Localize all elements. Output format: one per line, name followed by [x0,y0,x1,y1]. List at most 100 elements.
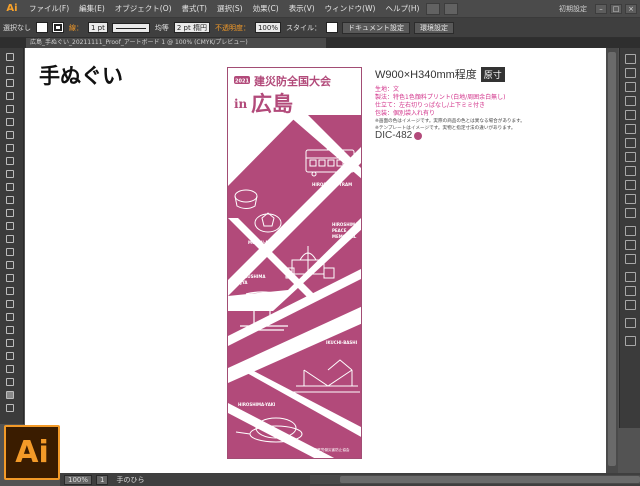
towel-footer: 建設業労働災害防止協会 [310,447,350,452]
menu-effect[interactable]: 効果(C) [248,0,284,18]
spec-packaging: 包装：個別袋入れ有り [375,110,436,117]
size-badge: 原寸 [480,66,505,82]
preferences-button[interactable]: 環境設定 [413,21,454,34]
menu-edit[interactable]: 編集(E) [74,0,110,18]
variable-width-profile[interactable] [111,22,150,33]
horizontal-scroll-thumb[interactable] [340,476,640,483]
eraser-tool-icon[interactable] [4,195,16,205]
magic-wand-tool-icon[interactable] [4,78,16,88]
menu-bar: Ai ファイル(F) 編集(E) オブジェクト(O) 書式(T) 選択(S) 効… [0,0,640,18]
opacity-field[interactable]: 100% [254,22,281,33]
close-button[interactable]: × [625,3,637,14]
product-title: 手ぬぐい [39,63,123,88]
paragraph-panel-icon[interactable] [625,286,636,296]
fill-swatch[interactable] [36,22,48,33]
vertical-scroll-thumb[interactable] [608,52,616,466]
color-panel-icon[interactable] [625,54,636,64]
workspace-switcher[interactable]: 初期設定 [559,4,587,14]
style-swatch[interactable] [325,22,338,33]
brush-field[interactable]: 2 pt 楕円 [173,22,210,33]
stroke-width-field[interactable]: 1 pt [88,22,108,33]
scale-tool-icon[interactable] [4,221,16,231]
pen-tool-icon[interactable] [4,104,16,114]
blob-brush-tool-icon[interactable] [4,182,16,192]
stroke-swatch[interactable] [52,22,64,33]
rectangle-tool-icon[interactable] [4,143,16,153]
graphic-styles-panel-icon[interactable] [625,180,636,190]
menu-window[interactable]: ウィンドウ(W) [320,0,381,18]
free-transform-tool-icon[interactable] [4,247,16,257]
gradient-tool-icon[interactable] [4,299,16,309]
zoom-field[interactable]: 100% [64,474,93,485]
control-bar: 選択なし 線： 1 pt 均等 2 pt 楕円 不透明度： 100% スタイル：… [0,18,640,38]
dic-color-swatch [414,131,423,140]
jinja-label-2: JINJYA [233,280,248,285]
hand-tool-icon[interactable] [4,390,16,400]
eyedropper-tool-icon[interactable] [4,312,16,322]
brushes-panel-icon[interactable] [625,96,636,106]
blend-tool-icon[interactable] [4,325,16,335]
horizontal-scrollbar[interactable] [310,475,640,484]
spec-method: 製法：特色1色顔料プリント(白地/周囲余白無し) [375,94,506,101]
direct-selection-tool-icon[interactable] [4,65,16,75]
bridge-icon[interactable] [426,2,441,15]
artboards-panel-icon[interactable] [625,208,636,218]
navigator-panel-icon[interactable] [625,336,636,346]
menu-file[interactable]: ファイル(F) [24,0,74,18]
zoom-tool-icon[interactable] [4,403,16,413]
spec-fabric: 生地：文 [375,86,400,93]
appearance-panel-icon[interactable] [625,166,636,176]
menu-object[interactable]: オブジェクト(O) [110,0,177,18]
document-tab[interactable]: 広島_手ぬぐい_20211111_Proof_アートボード 1 @ 100% (… [26,38,326,48]
symbols-panel-icon[interactable] [625,110,636,120]
rotate-tool-icon[interactable] [4,208,16,218]
opacity-label[interactable]: 不透明度： [215,23,250,33]
artboard-number-field[interactable]: 1 [96,474,109,485]
perspective-grid-tool-icon[interactable] [4,273,16,283]
memorial-label-3: MEMORIAL [332,234,357,239]
layers-panel-icon[interactable] [625,194,636,204]
mesh-tool-icon[interactable] [4,286,16,296]
artboard-tool-icon[interactable] [4,364,16,374]
transparency-panel-icon[interactable] [625,152,636,162]
color-guide-panel-icon[interactable] [625,68,636,78]
minimize-button[interactable]: – [595,3,607,14]
vertical-scrollbar[interactable] [606,48,618,473]
transform-panel-icon[interactable] [625,226,636,236]
maximize-button[interactable]: □ [610,3,622,14]
style-label: スタイル： [285,23,321,32]
symbol-sprayer-tool-icon[interactable] [4,338,16,348]
lasso-tool-icon[interactable] [4,91,16,101]
width-tool-icon[interactable] [4,234,16,244]
selection-status: 選択なし [3,23,31,32]
links-panel-icon[interactable] [625,318,636,328]
note-color: ※画面の色はイメージです。実際の商品の色とは異なる場合があります。 [375,119,525,124]
swatches-panel-icon[interactable] [625,82,636,92]
stroke-label[interactable]: 線： [69,23,83,33]
arrange-documents-icon[interactable] [444,2,459,15]
menu-view[interactable]: 表示(V) [284,0,320,18]
gradient-panel-icon[interactable] [625,138,636,148]
selection-tool-icon[interactable] [4,52,16,62]
column-graph-tool-icon[interactable] [4,351,16,361]
canvas[interactable]: 手ぬぐい 2021 建災防全国大会 in 広島 HIROSHIMA-TRAM M… [25,48,618,473]
towel-header-line1: 建災防全国大会 [254,74,332,88]
memorial-label-1: HIROSHIMA [332,222,359,227]
pencil-tool-icon[interactable] [4,169,16,179]
slice-tool-icon[interactable] [4,377,16,387]
pathfinder-panel-icon[interactable] [625,254,636,264]
towel-header-in: in [234,97,248,111]
shape-builder-tool-icon[interactable] [4,260,16,270]
type-tool-icon[interactable] [4,117,16,127]
bridge-label: IKUCHI-BASHI [326,340,358,345]
menu-type[interactable]: 書式(T) [177,0,212,18]
paintbrush-tool-icon[interactable] [4,156,16,166]
menu-select[interactable]: 選択(S) [212,0,248,18]
stroke-panel-icon[interactable] [625,124,636,134]
align-panel-icon[interactable] [625,240,636,250]
opentype-panel-icon[interactable] [625,300,636,310]
character-panel-icon[interactable] [625,272,636,282]
line-tool-icon[interactable] [4,130,16,140]
document-settings-button[interactable]: ドキュメント設定 [341,21,410,34]
menu-help[interactable]: ヘルプ(H) [380,0,424,18]
